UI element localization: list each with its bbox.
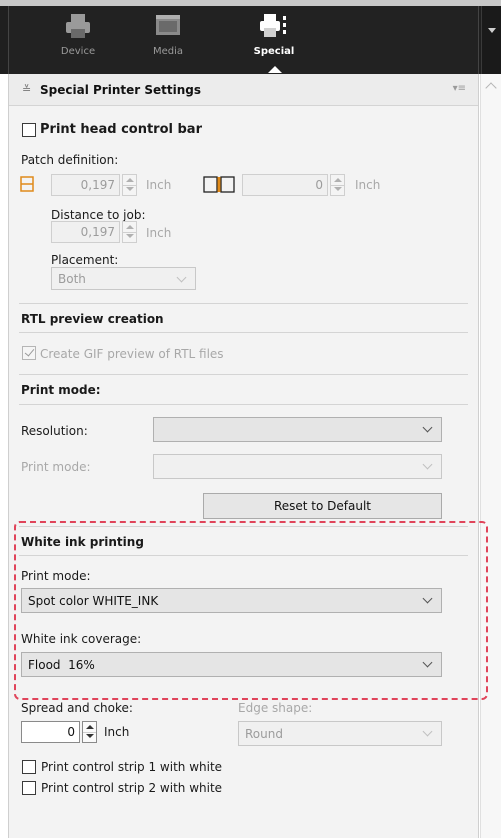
section-title: Special Printer Settings (40, 83, 201, 97)
control-strip-1-checkbox[interactable] (22, 760, 36, 774)
spread-and-choke-label: Spread and choke: (21, 701, 133, 715)
print-mode-select-disabled[interactable] (153, 454, 442, 479)
white-ink-highlight-box (14, 521, 488, 700)
edge-shape-label: Edge shape: (238, 701, 313, 715)
create-gif-preview-label: Create GIF preview of RTL files (40, 347, 224, 361)
divider (19, 332, 468, 333)
control-strip-2-label: Print control strip 2 with white (41, 781, 223, 795)
reset-to-default-button[interactable]: Reset to Default (203, 493, 442, 519)
tab-media[interactable]: Media (133, 12, 203, 57)
spread-and-choke-unit: Inch (104, 725, 130, 739)
chevron-down-icon (422, 459, 433, 470)
section-menu-icon[interactable]: ▾≡ (453, 83, 466, 94)
spread-and-choke-input[interactable]: 0 (21, 721, 80, 743)
print-mode-label-disabled: Print mode: (21, 460, 91, 474)
chevron-down-icon (176, 272, 187, 283)
distance-to-job-unit: Inch (146, 226, 172, 240)
patch-width-icon (20, 176, 34, 195)
create-gif-preview-checkbox[interactable] (22, 346, 36, 360)
tab-device-label: Device (60, 46, 96, 57)
patch-width-value: 0,197 (80, 178, 115, 192)
patch-gap-stepper[interactable] (330, 174, 345, 196)
resolution-select[interactable] (153, 417, 442, 442)
edge-shape-value: Round (245, 727, 283, 741)
tab-device[interactable]: Device (43, 12, 113, 57)
control-strip-2-checkbox[interactable] (22, 781, 36, 795)
distance-to-job-label: Distance to job: (51, 208, 146, 222)
placement-label: Placement: (51, 253, 119, 267)
tab-special[interactable]: Special (239, 12, 309, 73)
patch-gap-icon (203, 176, 235, 196)
rtl-section-title: RTL preview creation (21, 312, 164, 326)
toolbar-scroll-button[interactable] (481, 6, 501, 80)
panel-scrollbar[interactable] (480, 74, 501, 838)
resolution-label: Resolution: (21, 424, 88, 438)
control-strip-1-label: Print control strip 1 with white (41, 760, 223, 774)
printer-icon (63, 12, 93, 40)
settings-panel: ≚ Special Printer Settings ▾≡ Print head… (8, 74, 479, 838)
patch-width-unit: Inch (146, 178, 172, 192)
chevron-up-icon[interactable] (485, 82, 497, 94)
print-head-control-bar-checkbox[interactable] (22, 123, 36, 137)
section-header[interactable]: ≚ Special Printer Settings ▾≡ (9, 74, 478, 106)
patch-gap-input[interactable]: 0 (242, 174, 328, 196)
print-head-control-bar-label: Print head control bar (40, 122, 202, 137)
chevron-down-icon (422, 422, 433, 433)
collapse-icon[interactable]: ≚ (22, 83, 31, 96)
media-icon (153, 12, 183, 40)
top-toolbar: Device Media Special (0, 0, 501, 80)
distance-to-job-value: 0,197 (80, 225, 115, 239)
spread-and-choke-stepper[interactable] (82, 721, 97, 743)
placement-value: Both (58, 272, 86, 286)
patch-definition-label: Patch definition: (21, 153, 119, 167)
chevron-down-icon (422, 726, 433, 737)
chevron-down-icon (488, 28, 496, 33)
tab-media-label: Media (152, 46, 184, 57)
divider (19, 404, 468, 405)
toolbar-tabs: Device Media Special (8, 6, 479, 74)
edge-shape-select[interactable]: Round (238, 721, 442, 746)
special-printer-icon (259, 12, 289, 40)
placement-select[interactable]: Both (51, 267, 196, 290)
distance-to-job-stepper[interactable] (122, 221, 137, 243)
tab-special-label: Special (253, 46, 295, 57)
spread-and-choke-value: 0 (67, 725, 75, 739)
patch-width-stepper[interactable] (122, 174, 137, 196)
patch-width-input[interactable]: 0,197 (51, 174, 120, 196)
active-tab-indicator (268, 66, 282, 73)
distance-to-job-input[interactable]: 0,197 (51, 221, 120, 243)
divider (19, 374, 468, 375)
print-mode-section-title: Print mode: (21, 383, 101, 397)
patch-gap-value: 0 (315, 178, 323, 192)
patch-gap-unit: Inch (355, 178, 381, 192)
divider (19, 303, 468, 304)
